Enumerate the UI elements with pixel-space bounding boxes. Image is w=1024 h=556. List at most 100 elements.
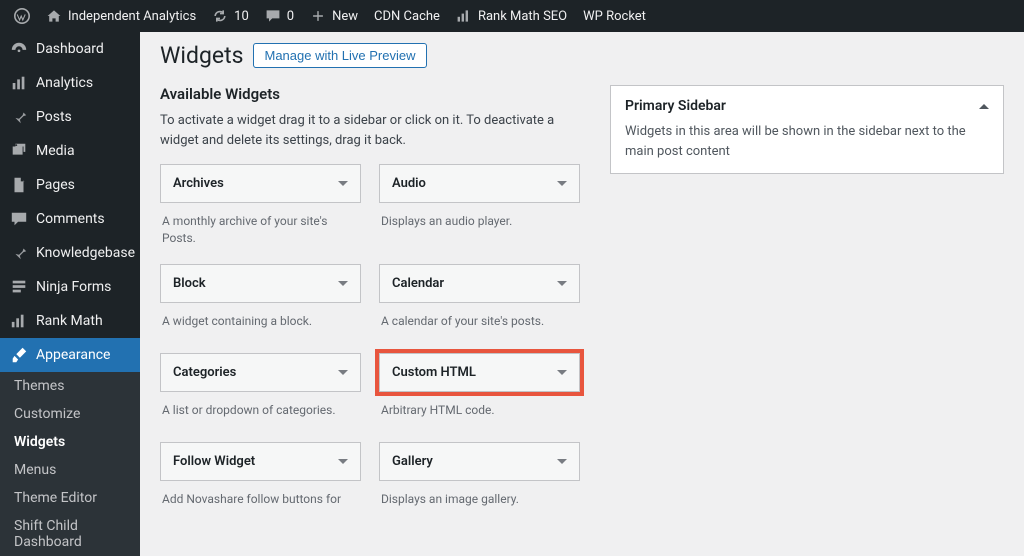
sidebar-item-pages[interactable]: Pages xyxy=(0,168,140,202)
widget-desc: A widget containing a block. xyxy=(160,307,361,349)
page-header: Widgets Manage with Live Preview xyxy=(160,42,1004,69)
widget-audio[interactable]: Audio xyxy=(379,164,580,203)
dashboard-icon xyxy=(10,40,28,58)
site-name-link[interactable]: Independent Analytics xyxy=(38,0,204,32)
rank-math-label: Rank Math SEO xyxy=(478,9,567,24)
caret-down-icon xyxy=(557,181,567,186)
widget-categories[interactable]: Categories xyxy=(160,353,361,392)
widget-archives[interactable]: Archives xyxy=(160,164,361,203)
widget-label: Audio xyxy=(392,176,426,191)
sidebar-item-dashboard[interactable]: Dashboard xyxy=(0,32,140,66)
widget-desc: Displays an image gallery. xyxy=(379,485,580,507)
sidebar-item-label: Media xyxy=(36,143,75,159)
widget-label: Follow Widget xyxy=(173,454,255,469)
available-widgets-column: Available Widgets To activate a widget d… xyxy=(160,85,580,507)
pin-icon xyxy=(10,244,28,262)
media-icon xyxy=(10,142,28,160)
new-link[interactable]: New xyxy=(302,0,366,32)
sidebar-item-label: Appearance xyxy=(36,347,110,363)
widget-block[interactable]: Block xyxy=(160,264,361,303)
sub-item-customize[interactable]: Customize xyxy=(0,400,140,428)
page-title: Widgets xyxy=(160,42,243,69)
appearance-submenu: Themes Customize Widgets Menus Theme Edi… xyxy=(0,372,140,556)
sidebar-item-appearance[interactable]: Appearance xyxy=(0,338,140,372)
widget-grid: Archives Audio A monthly archive of your… xyxy=(160,164,580,507)
widget-label: Custom HTML xyxy=(392,365,476,380)
updates-count: 10 xyxy=(234,9,249,24)
sidebar-item-label: Pages xyxy=(36,177,75,193)
sidebar-item-posts[interactable]: Posts xyxy=(0,100,140,134)
site-name-label: Independent Analytics xyxy=(68,9,196,24)
sidebar-item-rank-math[interactable]: Rank Math xyxy=(0,304,140,338)
sidebar-area-title: Primary Sidebar xyxy=(625,98,726,114)
sidebar-item-label: Posts xyxy=(36,109,72,125)
sidebar-item-ninja-forms[interactable]: Ninja Forms xyxy=(0,270,140,304)
widget-label: Block xyxy=(173,276,206,291)
brush-icon xyxy=(10,346,28,364)
sidebar-item-analytics[interactable]: Analytics xyxy=(0,66,140,100)
page-icon xyxy=(10,176,28,194)
new-label: New xyxy=(332,9,358,24)
sidebar-area-desc: Widgets in this area will be shown in th… xyxy=(625,122,989,161)
caret-down-icon xyxy=(557,281,567,286)
home-icon xyxy=(46,8,62,24)
rankmath-icon xyxy=(10,312,28,330)
rank-math-seo-link[interactable]: Rank Math SEO xyxy=(448,0,575,32)
caret-down-icon xyxy=(338,281,348,286)
caret-down-icon xyxy=(338,459,348,464)
sub-item-shift-child[interactable]: Shift Child Dashboard xyxy=(0,512,140,556)
widget-desc: Arbitrary HTML code. xyxy=(379,396,580,438)
caret-down-icon xyxy=(338,181,348,186)
available-widgets-desc: To activate a widget drag it to a sideba… xyxy=(160,111,580,150)
sidebar-item-knowledgebase[interactable]: Knowledgebase xyxy=(0,236,140,270)
primary-sidebar-area[interactable]: Primary Sidebar Widgets in this area wil… xyxy=(610,85,1004,174)
forms-icon xyxy=(10,278,28,296)
sub-item-themes[interactable]: Themes xyxy=(0,372,140,400)
refresh-icon xyxy=(212,8,228,24)
widget-desc: A calendar of your site's posts. xyxy=(379,307,580,349)
caret-down-icon xyxy=(557,370,567,375)
sidebar-item-label: Rank Math xyxy=(36,313,103,329)
wordpress-icon xyxy=(14,8,30,24)
widget-desc: Add Novashare follow buttons for your so… xyxy=(160,485,361,507)
rankmath-icon xyxy=(456,8,472,24)
wp-rocket-label: WP Rocket xyxy=(583,9,646,24)
caret-down-icon xyxy=(557,459,567,464)
comment-icon xyxy=(265,8,281,24)
widget-desc: A monthly archive of your site's Posts. xyxy=(160,207,361,260)
sidebar-item-label: Knowledgebase xyxy=(36,245,135,261)
widget-label: Archives xyxy=(173,176,224,191)
comment-icon xyxy=(10,210,28,228)
widget-label: Categories xyxy=(173,365,236,380)
widget-desc: Displays an audio player. xyxy=(379,207,580,260)
sub-item-theme-editor[interactable]: Theme Editor xyxy=(0,484,140,512)
caret-up-icon xyxy=(979,104,989,109)
widget-custom-html[interactable]: Custom HTML xyxy=(379,353,580,392)
page-content: Widgets Manage with Live Preview Availab… xyxy=(140,32,1024,507)
live-preview-button[interactable]: Manage with Live Preview xyxy=(253,43,426,68)
updates-link[interactable]: 10 xyxy=(204,0,257,32)
widget-calendar[interactable]: Calendar xyxy=(379,264,580,303)
sub-item-menus[interactable]: Menus xyxy=(0,456,140,484)
available-widgets-title: Available Widgets xyxy=(160,85,580,103)
chart-icon xyxy=(10,74,28,92)
widget-label: Gallery xyxy=(392,454,433,469)
sidebar-item-media[interactable]: Media xyxy=(0,134,140,168)
widget-gallery[interactable]: Gallery xyxy=(379,442,580,481)
comments-count: 0 xyxy=(287,9,294,24)
wp-logo[interactable] xyxy=(6,0,38,32)
comments-link[interactable]: 0 xyxy=(257,0,302,32)
sidebar-item-comments[interactable]: Comments xyxy=(0,202,140,236)
cdn-cache-link[interactable]: CDN Cache xyxy=(366,0,448,32)
widget-desc: A list or dropdown of categories. xyxy=(160,396,361,438)
sub-item-widgets[interactable]: Widgets xyxy=(0,428,140,456)
sidebar-item-label: Comments xyxy=(36,211,105,227)
admin-sidebar: Dashboard Analytics Posts Media Pages Co… xyxy=(0,32,140,507)
cdn-cache-label: CDN Cache xyxy=(374,9,440,24)
pin-icon xyxy=(10,108,28,126)
wp-rocket-link[interactable]: WP Rocket xyxy=(575,0,654,32)
sidebar-item-label: Dashboard xyxy=(36,41,104,57)
sidebar-item-label: Analytics xyxy=(36,75,93,91)
widget-follow[interactable]: Follow Widget xyxy=(160,442,361,481)
sidebar-item-label: Ninja Forms xyxy=(36,279,111,295)
